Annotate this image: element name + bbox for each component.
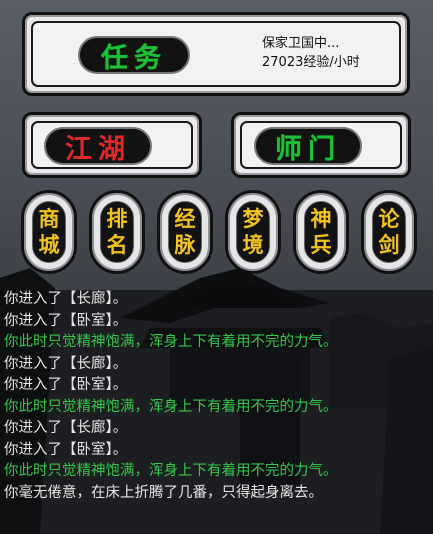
nav-button-duel[interactable]: 论 剑 [361,190,417,274]
log-line: 你进入了【卧室】。 [4,377,128,393]
log-line: 你毫无倦意，在床上折腾了几番，只得起身离去。 [4,484,323,501]
nav-button-divine-weapon[interactable]: 神 兵 [293,190,349,274]
nav-button-ranking-label: 排 名 [100,201,134,263]
quest-rate: 27023经验/小时 [262,55,360,70]
nav-button-shop[interactable]: 商 城 [21,190,77,274]
nav-button-ranking[interactable]: 排 名 [89,190,145,274]
nav-button-divine-weapon-label: 神 兵 [304,201,338,263]
log-line: 你此时只觉精神饱满，浑身上下有着用不完的力气。 [4,463,338,479]
message-log: 你进入了【长廊】。 你进入了【卧室】。 你此时只觉精神饱满，浑身上下有着用不完的… [4,289,429,504]
log-line: 你进入了【长廊】。 [4,355,128,372]
nav-button-shop-label: 商 城 [32,201,66,263]
nav-button-meridians[interactable]: 经 脉 [157,190,213,274]
quest-status: 保家卫国中... [262,36,340,51]
quest-info: 保家卫国中... 27023经验/小时 [262,34,392,72]
quest-button[interactable]: 任务 [78,36,190,74]
log-line: 你进入了【卧室】。 [4,441,128,458]
log-line: 你进入了【长廊】。 [4,291,128,307]
nav-button-dreamland-label: 梦 境 [236,201,270,263]
nav-button-meridians-label: 经 脉 [168,201,202,263]
log-line: 你此时只觉精神饱满，浑身上下有着用不完的力气。 [4,398,338,415]
shimen-button[interactable]: 师门 [254,127,362,165]
log-line: 你进入了【卧室】。 [4,312,128,329]
jianghu-button[interactable]: 江湖 [44,127,152,165]
log-line: 你进入了【长廊】。 [4,420,128,436]
log-line: 你此时只觉精神饱满，浑身上下有着用不完的力气。 [4,334,338,350]
nav-button-dreamland[interactable]: 梦 境 [225,190,281,274]
nav-button-duel-label: 论 剑 [372,201,406,263]
